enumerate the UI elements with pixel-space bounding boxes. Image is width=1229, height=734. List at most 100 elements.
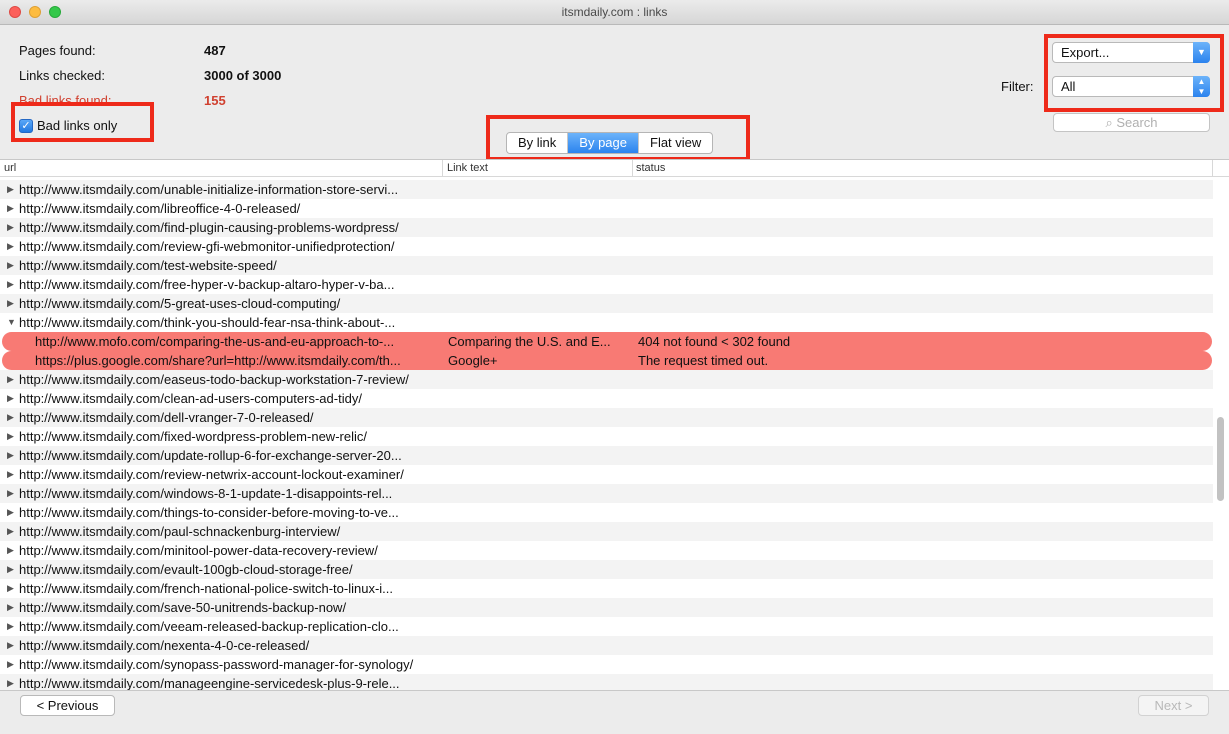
disclosure-collapsed-icon[interactable]: ▶ (7, 389, 14, 408)
row-url: http://www.itsmdaily.com/test-website-sp… (19, 258, 277, 273)
disclosure-collapsed-icon[interactable]: ▶ (7, 636, 14, 655)
row-url: http://www.itsmdaily.com/fixed-wordpress… (19, 429, 367, 444)
search-placeholder: Search (1116, 115, 1158, 130)
column-header-link-text[interactable]: Link text (447, 160, 488, 176)
disclosure-collapsed-icon[interactable]: ▶ (7, 655, 14, 674)
links-checked-value: 3000 of 3000 (204, 68, 282, 83)
row-url: https://plus.google.com/share?url=http:/… (35, 353, 401, 368)
row-status: The request timed out. (638, 353, 769, 368)
table-row[interactable]: ▶ http://www.itsmdaily.com/libreoffice-4-… (0, 199, 1213, 218)
annotation-highlight-export-filter (1044, 34, 1224, 112)
window-title: itsmdaily.com : links (561, 5, 668, 19)
table-header (0, 160, 1229, 177)
row-url: http://www.itsmdaily.com/easeus-todo-bac… (19, 372, 409, 387)
table-row[interactable]: ▶ http://www.itsmdaily.com/dell-vranger-7… (0, 408, 1213, 427)
table-row[interactable]: ▶ http://www.itsmdaily.com/synopass-passw… (0, 655, 1213, 674)
disclosure-collapsed-icon[interactable]: ▶ (7, 180, 14, 199)
table-row[interactable]: ▶ http://www.itsmdaily.com/review-gfi-web… (0, 237, 1213, 256)
column-header-status[interactable]: status (636, 160, 665, 176)
links-table: url Link text status ▶ http://www.itsmdai… (0, 159, 1229, 691)
row-url: http://www.itsmdaily.com/windows-8-1-upd… (19, 486, 393, 501)
disclosure-collapsed-icon[interactable]: ▶ (7, 674, 14, 690)
search-input[interactable]: ⌕ Search (1053, 113, 1210, 132)
disclosure-collapsed-icon[interactable]: ▶ (7, 446, 14, 465)
links-checked-label: Links checked: (19, 68, 105, 83)
table-row[interactable]: ▶ http://www.itsmdaily.com/windows-8-1-up… (0, 484, 1213, 503)
row-link-text: Google+ (448, 353, 498, 368)
disclosure-collapsed-icon[interactable]: ▶ (7, 370, 14, 389)
row-url: http://www.itsmdaily.com/free-hyper-v-ba… (19, 277, 395, 292)
row-url: http://www.itsmdaily.com/clean-ad-users-… (19, 391, 362, 406)
disclosure-collapsed-icon[interactable]: ▶ (7, 598, 14, 617)
row-url: http://www.mofo.com/comparing-the-us-and… (35, 334, 395, 349)
table-row[interactable]: ▶ http://www.itsmdaily.com/veeam-released… (0, 617, 1213, 636)
row-url: http://www.itsmdaily.com/review-netwrix-… (19, 467, 404, 482)
table-body: ▶ http://www.itsmdaily.com/unable-initial… (0, 180, 1213, 691)
disclosure-collapsed-icon[interactable]: ▶ (7, 237, 14, 256)
disclosure-collapsed-icon[interactable]: ▶ (7, 275, 14, 294)
table-row[interactable]: ▶ http://www.itsmdaily.com/free-hyper-v-b… (0, 275, 1213, 294)
table-row[interactable]: ▶ http://www.itsmdaily.com/paul-schnacken… (0, 522, 1213, 541)
disclosure-collapsed-icon[interactable]: ▶ (7, 427, 14, 446)
table-row[interactable]: ▶ http://www.itsmdaily.com/find-plugin-ca… (0, 218, 1213, 237)
column-header-url[interactable]: url (4, 160, 16, 176)
table-row[interactable]: ▶ http://www.itsmdaily.com/save-50-unitre… (0, 598, 1213, 617)
table-row[interactable]: ▶ http://www.itsmdaily.com/unable-initial… (0, 180, 1213, 199)
disclosure-collapsed-icon[interactable]: ▶ (7, 294, 14, 313)
disclosure-expanded-icon[interactable]: ▼ (7, 313, 16, 332)
column-divider[interactable] (442, 160, 443, 176)
filter-label: Filter: (1001, 79, 1034, 94)
pages-found-label: Pages found: (19, 43, 96, 58)
table-row[interactable]: ▼ http://www.itsmdaily.com/think-you-shou… (0, 313, 1213, 332)
column-divider[interactable] (1212, 160, 1213, 176)
disclosure-collapsed-icon[interactable]: ▶ (7, 617, 14, 636)
column-divider[interactable] (632, 160, 633, 176)
disclosure-collapsed-icon[interactable]: ▶ (7, 579, 14, 598)
disclosure-collapsed-icon[interactable]: ▶ (7, 408, 14, 427)
row-url: http://www.itsmdaily.com/unable-initiali… (19, 182, 399, 197)
disclosure-collapsed-icon[interactable]: ▶ (7, 218, 14, 237)
disclosure-collapsed-icon[interactable]: ▶ (7, 256, 14, 275)
row-url: http://www.itsmdaily.com/things-to-consi… (19, 505, 399, 520)
row-url: http://www.itsmdaily.com/french-national… (19, 581, 393, 596)
table-row[interactable]: ▶ http://www.itsmdaily.com/update-rollup-… (0, 446, 1213, 465)
disclosure-collapsed-icon[interactable]: ▶ (7, 541, 14, 560)
disclosure-collapsed-icon[interactable]: ▶ (7, 522, 14, 541)
search-icon: ⌕ (1105, 115, 1113, 130)
disclosure-collapsed-icon[interactable]: ▶ (7, 484, 14, 503)
vertical-scrollbar[interactable] (1217, 417, 1224, 501)
table-row[interactable]: ▶ http://www.itsmdaily.com/easeus-todo-ba… (0, 370, 1213, 389)
next-button[interactable]: Next > (1138, 695, 1209, 716)
disclosure-collapsed-icon[interactable]: ▶ (7, 465, 14, 484)
previous-button[interactable]: < Previous (20, 695, 115, 716)
row-status: 404 not found < 302 found (638, 334, 791, 349)
row-url: http://www.itsmdaily.com/manageengine-se… (19, 676, 400, 691)
table-row[interactable]: ▶ http://www.itsmdaily.com/minitool-power… (0, 541, 1213, 560)
row-url: http://www.itsmdaily.com/synopass-passwo… (19, 657, 414, 672)
annotation-highlight-view-tabs (486, 115, 750, 161)
table-row[interactable]: ▶ http://www.itsmdaily.com/evault-100gb-c… (0, 560, 1213, 579)
table-row[interactable]: ▶ http://www.itsmdaily.com/test-website-s… (0, 256, 1213, 275)
table-row[interactable]: ▶ http://www.itsmdaily.com/manageengine-s… (0, 674, 1213, 691)
row-link-text: Comparing the U.S. and E... (448, 334, 611, 349)
table-row[interactable]: ▶ http://www.itsmdaily.com/5-great-uses-c… (0, 294, 1213, 313)
pages-found-value: 487 (204, 43, 226, 58)
disclosure-collapsed-icon[interactable]: ▶ (7, 560, 14, 579)
table-row[interactable]: ▶ http://www.itsmdaily.com/french-nationa… (0, 579, 1213, 598)
row-url: http://www.itsmdaily.com/paul-schnackenb… (19, 524, 341, 539)
disclosure-collapsed-icon[interactable]: ▶ (7, 503, 14, 522)
row-url: http://www.itsmdaily.com/nexenta-4-0-ce-… (19, 638, 310, 653)
row-url: http://www.itsmdaily.com/minitool-power-… (19, 543, 378, 558)
row-url: http://www.itsmdaily.com/evault-100gb-cl… (19, 562, 353, 577)
table-row[interactable]: ▶ http://www.itsmdaily.com/things-to-cons… (0, 503, 1213, 522)
bad-link-row[interactable]: http://www.mofo.com/comparing-the-us-and… (2, 332, 1212, 351)
row-url: http://www.itsmdaily.com/dell-vranger-7-… (19, 410, 314, 425)
table-row[interactable]: ▶ http://www.itsmdaily.com/clean-ad-users… (0, 389, 1213, 408)
table-row[interactable]: ▶ http://www.itsmdaily.com/fixed-wordpres… (0, 427, 1213, 446)
table-row[interactable]: ▶ http://www.itsmdaily.com/review-netwrix… (0, 465, 1213, 484)
table-row[interactable]: ▶ http://www.itsmdaily.com/nexenta-4-0-ce… (0, 636, 1213, 655)
disclosure-collapsed-icon[interactable]: ▶ (7, 199, 14, 218)
row-url: http://www.itsmdaily.com/update-rollup-6… (19, 448, 402, 463)
bad-link-row[interactable]: https://plus.google.com/share?url=http:/… (2, 351, 1212, 370)
row-url: http://www.itsmdaily.com/think-you-shoul… (19, 315, 396, 330)
